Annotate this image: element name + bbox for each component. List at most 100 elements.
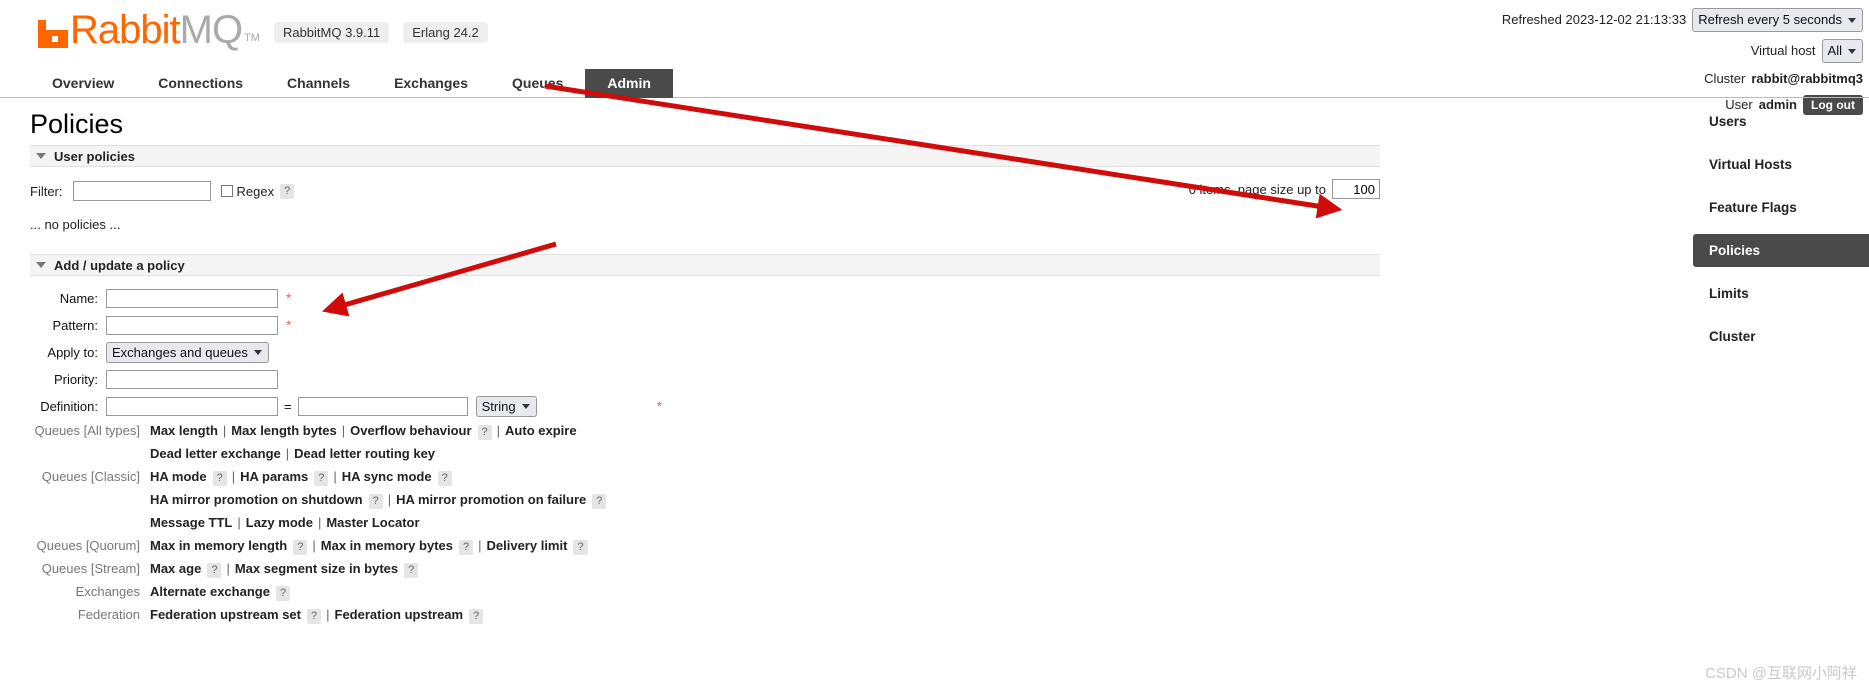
refresh-row: Refreshed 2023-12-02 21:13:33 Refresh ev… [1502,8,1863,32]
collapse-caret-icon[interactable] [36,262,46,268]
rabbitmq-management-page: Rabbit MQ TM RabbitMQ 3.9.11 Erlang 24.2 … [0,0,1869,691]
policy-form: Name: * Pattern: * Apply to: Exchanges a… [30,286,1380,624]
nav-tab-connections[interactable]: Connections [136,69,265,98]
definition-link-max-age[interactable]: Max age [150,561,201,576]
sidebar-item-cluster[interactable]: Cluster [1693,320,1869,353]
apply-to-select[interactable]: Exchanges and queues [106,341,269,363]
refreshed-timestamp: Refreshed 2023-12-02 21:13:33 [1501,12,1687,27]
sidebar-item-limits[interactable]: Limits [1693,277,1869,310]
definition-label: Definition: [40,398,98,414]
refresh-interval-select[interactable]: Refresh every 5 seconds [1692,8,1863,32]
rabbitmq-logo[interactable]: Rabbit MQ TM RabbitMQ 3.9.11 Erlang 24.2 [38,8,488,52]
page-size-text: 0 items, page size up to [1188,181,1326,197]
help-icon[interactable]: ? [477,425,492,440]
main-navigation: Overview Connections Channels Exchanges Queu… [0,68,1869,98]
user-policies-section-header[interactable]: User policies [30,145,1380,167]
pattern-input[interactable] [106,315,278,335]
logo-text-rabbit: Rabbit [70,8,181,52]
help-icon[interactable]: ? [314,471,329,486]
definition-link-alternate-exchange[interactable]: Alternate exchange [150,584,270,599]
apply-to-label: Apply to: [47,344,98,360]
definition-key-input[interactable] [106,396,278,416]
sidebar-item-users[interactable]: Users [1693,105,1869,138]
separator: | [387,492,392,507]
definition-value-input[interactable] [297,396,468,416]
definition-type-select[interactable]: String [475,395,537,417]
definition-link-row: HA mirror promotion on shutdown? | HA mirr… [30,490,1380,509]
definition-link-message-ttl[interactable]: Message TTL [150,515,232,530]
nav-tab-channels[interactable]: Channels [265,69,372,98]
help-icon[interactable]: ? [592,494,607,509]
definition-link-master-locator[interactable]: Master Locator [326,515,419,530]
logo-trademark: TM [244,32,260,44]
definition-link-max-segment-size-in-bytes[interactable]: Max segment size in bytes [235,561,398,576]
help-icon[interactable]: ? [207,563,222,578]
definition-link-auto-expire[interactable]: Auto expire [505,423,577,438]
separator: | [333,469,337,484]
help-icon[interactable]: ? [368,494,383,509]
definition-category-label: Queues [All types] [34,423,141,438]
definition-link-delivery-limit[interactable]: Delivery limit [487,538,568,553]
definition-link-dead-letter-exchange[interactable]: Dead letter exchange [150,446,281,461]
separator: | [496,423,501,438]
help-icon[interactable]: ? [437,471,452,486]
sidebar-item-feature-flags[interactable]: Feature Flags [1693,191,1869,224]
definition-link-dead-letter-routing-key[interactable]: Dead letter routing key [294,446,435,461]
definition-link-ha-mode[interactable]: HA mode [150,469,207,484]
nav-tab-admin[interactable]: Admin [585,69,673,98]
help-icon[interactable]: ? [469,609,484,624]
definition-link-ha-sync-mode[interactable]: HA sync mode [342,469,432,484]
add-policy-section-label: Add / update a policy [54,257,185,273]
definition-link-ha-mirror-promotion-on-failure[interactable]: HA mirror promotion on failure [396,492,586,507]
page-size-input[interactable] [1332,179,1380,199]
help-icon[interactable]: ? [293,540,308,555]
definition-link-row: Queues [All types] Max length | Max length … [30,421,1380,440]
definition-link-max-in-memory-bytes[interactable]: Max in memory bytes [321,538,453,553]
definition-link-items: Dead letter exchange | Dead letter routing… [150,444,435,463]
definition-link-ha-mirror-promotion-on-shutdown[interactable]: HA mirror promotion on shutdown [150,492,363,507]
nav-tab-exchanges[interactable]: Exchanges [372,69,490,98]
nav-tab-overview[interactable]: Overview [30,69,136,98]
definition-row: Definition: = String * [30,394,1380,418]
collapse-caret-icon[interactable] [36,153,46,159]
definition-link-federation-upstream[interactable]: Federation upstream [335,607,464,622]
definition-link-overflow-behaviour[interactable]: Overflow behaviour [350,423,471,438]
help-icon[interactable]: ? [458,540,474,555]
logo-text-mq: MQ [179,8,243,52]
sidebar-item-virtual-hosts[interactable]: Virtual Hosts [1693,148,1869,181]
priority-row: Priority: [30,367,1380,391]
help-icon[interactable]: ? [212,471,227,486]
definition-link-max-length[interactable]: Max length [150,423,218,438]
pattern-label: Pattern: [52,317,98,333]
help-icon[interactable]: ? [573,540,588,555]
help-icon[interactable]: ? [404,563,419,578]
vhost-select[interactable]: All [1821,39,1863,63]
user-policies-section-label: User policies [54,148,135,164]
separator: | [478,538,482,553]
name-input[interactable] [106,288,278,308]
definition-link-federation-upstream-set[interactable]: Federation upstream set [150,607,301,622]
regex-label: Regex [236,183,275,199]
filter-input[interactable] [72,181,211,201]
page-size-control: 0 items, page size up to [1189,179,1380,199]
regex-help-icon[interactable]: ? [280,183,295,199]
no-policies-message: ... no policies ... [30,217,121,232]
separator: | [226,561,230,576]
definition-link-row: Message TTL | Lazy mode | Master Locator [30,513,1380,532]
definition-link-max-length-bytes[interactable]: Max length bytes [231,423,336,438]
page-title: Policies [30,109,124,139]
add-policy-section-header[interactable]: Add / update a policy [30,254,1380,276]
help-icon[interactable]: ? [307,609,322,624]
definition-link-lazy-mode[interactable]: Lazy mode [246,515,313,530]
definition-link-max-in-memory-length[interactable]: Max in memory length [150,538,287,553]
separator: | [222,423,227,438]
priority-input[interactable] [106,369,278,389]
regex-checkbox[interactable] [220,185,233,197]
help-icon[interactable]: ? [275,586,291,601]
vhost-row: Virtual host All [1502,39,1863,63]
sidebar-item-policies[interactable]: Policies [1693,234,1869,267]
definition-category-label: Queues [Stream] [41,561,140,576]
vhost-label: Virtual host [1750,43,1816,58]
definition-link-ha-params[interactable]: HA params [240,469,308,484]
nav-tab-queues[interactable]: Queues [490,69,585,98]
